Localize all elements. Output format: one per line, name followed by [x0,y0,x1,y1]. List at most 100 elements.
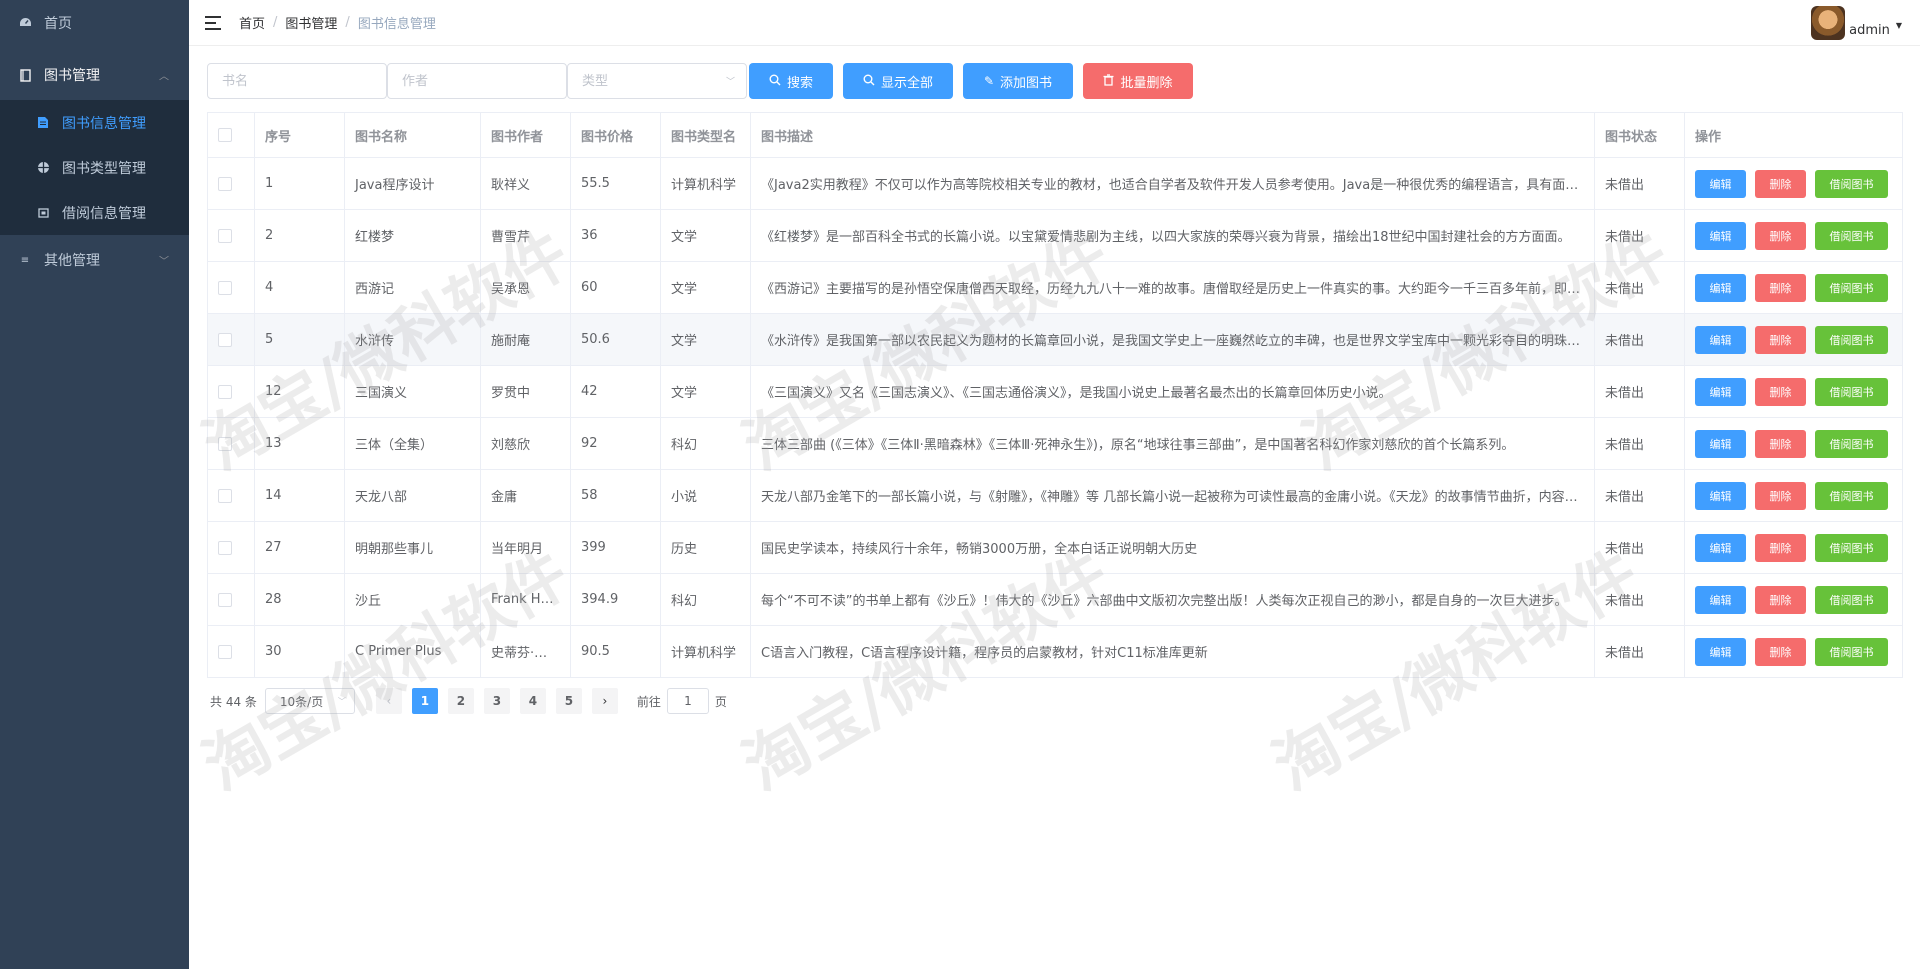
type-select[interactable]: ﹀ [567,63,747,99]
sidebar-item-home[interactable]: 首页 [0,0,189,46]
delete-button[interactable]: 删除 [1755,273,1806,302]
borrow-button[interactable]: 借阅图书 [1815,169,1888,198]
cell-price: 36 [570,209,661,262]
borrow-button[interactable]: 借阅图书 [1815,533,1888,562]
cell-actions: 编辑 删除 借阅图书 [1684,261,1903,314]
goto-page-input[interactable] [666,688,709,714]
borrow-button[interactable]: 借阅图书 [1815,377,1888,406]
next-page-button[interactable]: › [591,688,618,714]
cell-id: 30 [254,625,345,678]
row-select-cell [207,417,255,470]
row-checkbox[interactable] [218,280,232,295]
book-icon [18,68,32,82]
column-header: 图书名称 [344,112,481,158]
borrow-button[interactable]: 借阅图书 [1815,585,1888,614]
table-row[interactable]: 4 西游记 吴承恩 60 文学 《西游记》主要描写的是孙悟空保唐僧西天取经，历经九九八十一… [207,261,1903,314]
delete-button[interactable]: 删除 [1755,221,1806,250]
row-select-cell [207,625,255,678]
page-button[interactable]: 2 [447,688,474,714]
prev-page-button[interactable]: ‹ [375,688,402,714]
table-row[interactable]: 14 天龙八部 金庸 58 小说 天龙八部乃金笔下的一部长篇小说，与《射雕》，《神雕》等 … [207,469,1903,522]
borrow-button[interactable]: 借阅图书 [1815,273,1888,302]
borrow-button[interactable]: 借阅图书 [1815,481,1888,510]
sidebar-item-other-management[interactable]: ≡ 其他管理 ﹀ [0,235,189,285]
show-all-button[interactable]: 显示全部 [843,63,953,99]
delete-button[interactable]: 删除 [1755,169,1806,198]
select-all-checkbox[interactable] [218,128,232,142]
row-checkbox[interactable] [218,228,232,243]
breadcrumb-home[interactable]: 首页 [239,13,265,32]
delete-button[interactable]: 删除 [1755,533,1806,562]
row-checkbox[interactable] [218,436,232,451]
delete-button[interactable]: 删除 [1755,585,1806,614]
delete-button[interactable]: 删除 [1755,481,1806,510]
table-row[interactable]: 27 明朝那些事儿 当年明月 399 历史 国民史学读本，持续风行十余年，畅销3000万册… [207,521,1903,574]
cell-type: 文学 [660,313,751,366]
edit-button[interactable]: 编辑 [1695,377,1746,406]
page-button[interactable]: 4 [519,688,546,714]
sidebar-item-book-type[interactable]: 图书类型管理 [0,145,189,190]
document-icon [36,116,50,130]
row-checkbox[interactable] [218,384,232,399]
borrow-button[interactable]: 借阅图书 [1815,221,1888,250]
edit-button[interactable]: 编辑 [1695,637,1746,666]
row-checkbox[interactable] [218,176,232,191]
row-select-cell [207,469,255,522]
delete-button[interactable]: 删除 [1755,637,1806,666]
edit-button[interactable]: 编辑 [1695,481,1746,510]
table-row[interactable]: 28沙丘Frank Herbert394.9科幻每个“不可不读”的书单上都有《沙… [207,573,1903,626]
caret-down-icon: ▼ [1895,21,1902,30]
page-size-select[interactable]: 10条/页 ﹀ [264,688,355,714]
table-row[interactable]: 5 水浒传 施耐庵 50.6 文学 《水浒传》是我国第一部以农民起义为题材的长篇章回小说，… [207,313,1903,366]
user-menu[interactable]: admin ▼ [1811,6,1902,40]
delete-button[interactable]: 删除 [1755,325,1806,354]
table-row[interactable]: 13 三体（全集） 刘慈欣 92 科幻 三体三部曲 (《三体》《三体Ⅱ·黑暗森林》《三体Ⅲ… [207,417,1903,470]
row-checkbox[interactable] [218,540,232,555]
cell-author: 施耐庵 [480,313,571,366]
cell-price: 90.5 [570,625,661,678]
sidebar-item-borrow-info[interactable]: 借阅信息管理 [0,190,189,235]
column-header: 操作 [1684,112,1903,158]
edit-button[interactable]: 编辑 [1695,325,1746,354]
edit-button[interactable]: 编辑 [1695,429,1746,458]
hamburger-icon[interactable] [205,15,221,30]
page-button[interactable]: 3 [483,688,510,714]
table-row[interactable]: 30 C Primer Plus 史蒂芬·普拉达 90.5 计算机科学 C语言入门教程，C… [207,625,1903,678]
table-row[interactable]: 2 红楼梦 曹雪芹 36 文学 《红楼梦》是一部百科全书式的长篇小说。以宝黛爱情悲剧为主线… [207,209,1903,262]
table-row[interactable]: 12 三国演义 罗贯中 42 文学 《三国演义》又名《三国志演义》、《三国志通俗演义》，是… [207,365,1903,418]
edit-button[interactable]: 编辑 [1695,169,1746,198]
borrow-button[interactable]: 借阅图书 [1815,429,1888,458]
row-checkbox[interactable] [218,488,232,503]
page-button[interactable]: 5 [555,688,582,714]
sidebar-item-label: 图书类型管理 [62,160,146,177]
sidebar-item-book-info[interactable]: 图书信息管理 [0,100,189,145]
row-checkbox[interactable] [218,592,232,607]
batch-delete-button[interactable]: 批量删除 [1083,63,1193,99]
row-checkbox[interactable] [218,332,232,347]
edit-button[interactable]: 编辑 [1695,273,1746,302]
page-button[interactable]: 1 [411,688,438,714]
row-select-cell [207,209,255,262]
search-icon [863,74,875,89]
breadcrumb-book-management[interactable]: 图书管理 [285,13,337,32]
cell-id: 1 [254,157,345,210]
book-name-input[interactable] [207,63,387,99]
borrow-button[interactable]: 借阅图书 [1815,325,1888,354]
delete-button[interactable]: 删除 [1755,377,1806,406]
type-select-input[interactable] [567,63,747,99]
search-button[interactable]: 搜索 [749,63,833,99]
avatar[interactable] [1811,6,1846,40]
borrow-button[interactable]: 借阅图书 [1815,637,1888,666]
edit-button[interactable]: 编辑 [1695,221,1746,250]
cell-actions: 编辑 删除 借阅图书 [1684,469,1903,522]
edit-button[interactable]: 编辑 [1695,585,1746,614]
page-jumper: 前往 页 [637,688,727,714]
author-input[interactable] [387,63,567,99]
row-checkbox[interactable] [218,644,232,659]
edit-button[interactable]: 编辑 [1695,533,1746,562]
delete-button[interactable]: 删除 [1755,429,1806,458]
table-row[interactable]: 1 Java程序设计 耿祥义 55.5 计算机科学 《Java2实用教程》不仅可以作为高等… [207,157,1903,210]
sidebar-item-book-management[interactable]: 图书管理 ︿ [0,50,189,100]
add-book-button[interactable]: ✎ 添加图书 [963,63,1073,99]
cell-name: 沙丘 [344,573,481,626]
